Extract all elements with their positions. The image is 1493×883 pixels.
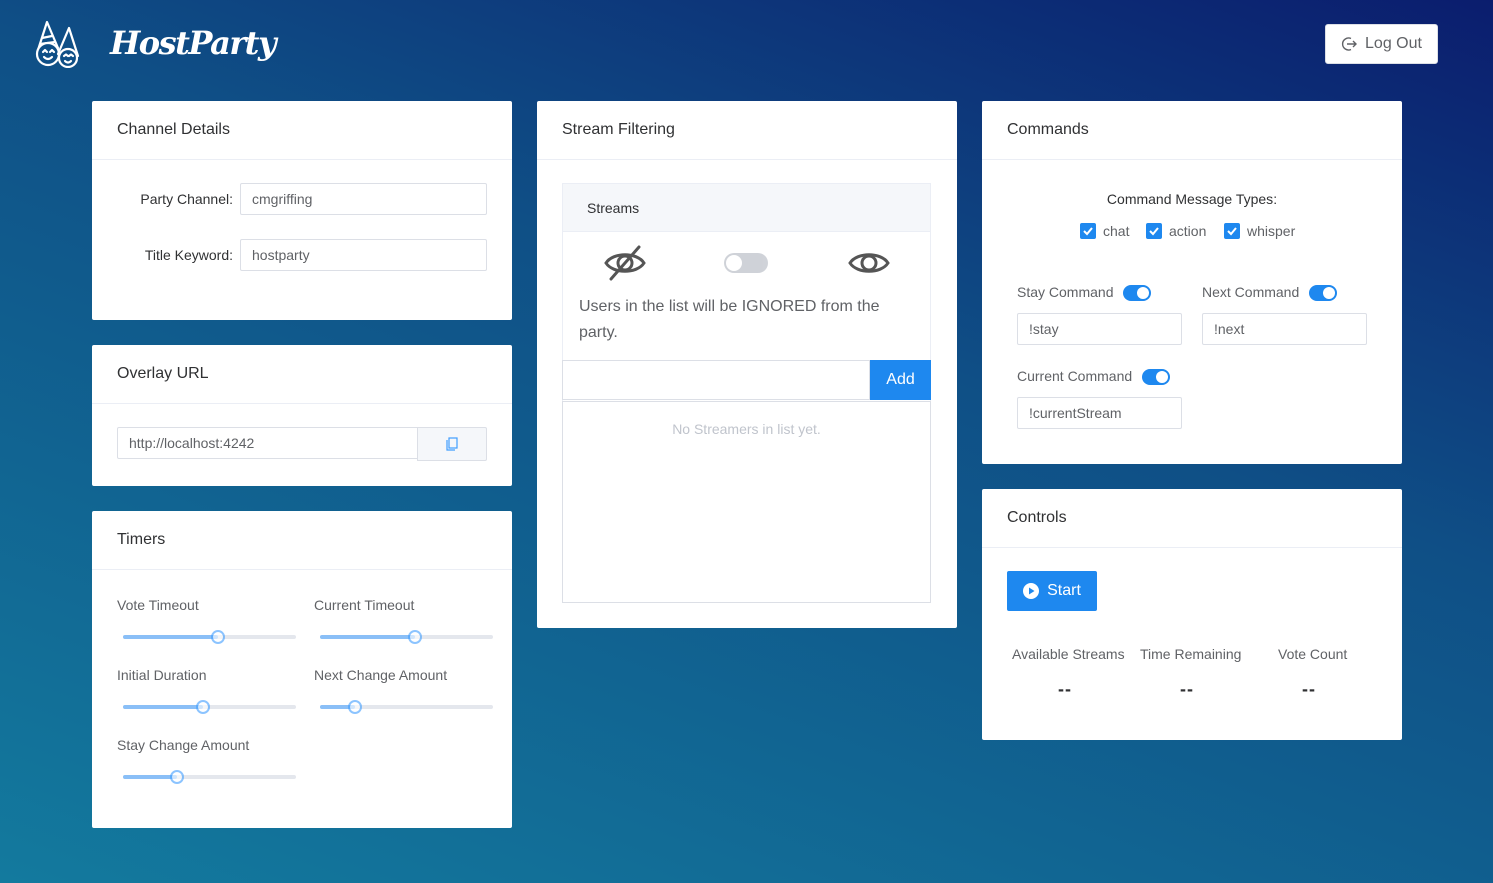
eye-off-icon: [604, 245, 646, 281]
card-title: Overlay URL: [92, 345, 512, 404]
checkbox-checked[interactable]: [1224, 223, 1240, 239]
card-title: Timers: [92, 511, 512, 570]
vote-count-label: Vote Count: [1278, 646, 1348, 662]
checkbox-checked[interactable]: [1080, 223, 1096, 239]
stream-filtering-card: Stream Filtering Streams Users in the li…: [537, 101, 957, 628]
streamer-input[interactable]: [562, 360, 870, 400]
add-streamer-button[interactable]: Add: [870, 360, 931, 400]
stay-change-amount-slider[interactable]: [123, 770, 296, 784]
copy-icon: [446, 437, 458, 451]
current-command-toggle[interactable]: [1142, 369, 1170, 385]
stay-command-label: Stay Command: [1017, 284, 1114, 300]
checkbox-checked[interactable]: [1146, 223, 1162, 239]
title-keyword-label: Title Keyword:: [144, 247, 233, 263]
action-checkbox[interactable]: action: [1146, 223, 1206, 239]
slider-thumb[interactable]: [169, 770, 184, 784]
check-icon: [1227, 227, 1237, 236]
slider-thumb[interactable]: [211, 630, 226, 644]
available-streams-value: --: [1058, 679, 1072, 699]
time-remaining-value: --: [1180, 679, 1194, 699]
next-command-label: Next Command: [1202, 284, 1300, 300]
commands-card: Commands Command Message Types: chat act…: [982, 101, 1402, 464]
current-command-label: Current Command: [1017, 368, 1133, 384]
initial-duration-slider[interactable]: [123, 700, 296, 714]
streamer-list: No Streamers in list yet.: [562, 401, 931, 603]
streams-panel: Streams Users in the list will be IGNORE…: [562, 183, 931, 603]
current-timeout-slider[interactable]: [320, 630, 493, 644]
overlay-url-card: Overlay URL http://localhost:4242: [92, 345, 512, 486]
start-label: Start: [1047, 582, 1081, 599]
card-title: Controls: [982, 489, 1402, 548]
play-circle-icon: [1023, 583, 1040, 599]
logout-icon: [1341, 37, 1358, 51]
vote-timeout-label: Vote Timeout: [117, 597, 199, 613]
next-command-toggle[interactable]: [1309, 285, 1337, 301]
available-streams-label: Available Streams: [1012, 646, 1125, 662]
stay-change-amount-label: Stay Change Amount: [117, 737, 250, 753]
check-icon: [1149, 227, 1159, 236]
vote-timeout-slider[interactable]: [123, 630, 296, 644]
title-keyword-input[interactable]: hostparty: [240, 239, 487, 271]
time-remaining-label: Time Remaining: [1140, 646, 1242, 662]
vote-count-value: --: [1302, 679, 1316, 699]
slider-thumb[interactable]: [408, 630, 423, 644]
logout-label: Log Out: [1365, 35, 1422, 52]
filter-mode-toggle[interactable]: [724, 253, 768, 273]
next-change-amount-slider[interactable]: [320, 700, 493, 714]
logout-button[interactable]: Log Out: [1325, 24, 1438, 64]
copy-url-button[interactable]: [417, 427, 487, 461]
stay-command-toggle[interactable]: [1123, 285, 1151, 301]
card-title: Commands: [982, 101, 1402, 160]
whisper-label: whisper: [1247, 223, 1296, 239]
current-timeout-label: Current Timeout: [314, 597, 415, 613]
party-masks-icon: [35, 20, 80, 68]
eye-icon: [848, 253, 890, 273]
overlay-url-input[interactable]: http://localhost:4242: [117, 427, 418, 459]
streams-panel-header: Streams: [563, 184, 930, 232]
chat-label: chat: [1103, 223, 1130, 239]
start-button[interactable]: Start: [1007, 571, 1097, 611]
card-title: Channel Details: [92, 101, 512, 160]
party-channel-input[interactable]: cmgriffing: [240, 183, 487, 215]
slider-thumb[interactable]: [347, 700, 362, 714]
chat-checkbox[interactable]: chat: [1080, 223, 1129, 239]
next-command-input[interactable]: !next: [1202, 313, 1367, 345]
controls-card: Controls Start Available Streams -- Time…: [982, 489, 1402, 740]
whisper-checkbox[interactable]: whisper: [1224, 223, 1295, 239]
filter-mode-description: Users in the list will be IGNORED from t…: [579, 298, 880, 341]
timers-card: Timers Vote Timeout Current Timeout Init…: [92, 511, 512, 828]
action-label: action: [1169, 223, 1207, 239]
app-logo: HostParty: [34, 18, 277, 68]
party-channel-label: Party Channel:: [140, 191, 233, 207]
stay-command-input[interactable]: !stay: [1017, 313, 1182, 345]
next-change-amount-label: Next Change Amount: [314, 667, 448, 683]
slider-thumb[interactable]: [195, 700, 210, 714]
initial-duration-label: Initial Duration: [117, 667, 207, 683]
command-types-label: Command Message Types:: [1106, 191, 1278, 207]
empty-list-text: No Streamers in list yet.: [672, 421, 821, 437]
streams-label: Streams: [587, 199, 640, 216]
check-icon: [1083, 227, 1093, 236]
current-command-input[interactable]: !currentStream: [1017, 397, 1182, 429]
channel-details-card: Channel Details Party Channel: cmgriffin…: [92, 101, 512, 320]
app-name: HostParty: [110, 24, 277, 62]
card-title: Stream Filtering: [537, 101, 957, 160]
